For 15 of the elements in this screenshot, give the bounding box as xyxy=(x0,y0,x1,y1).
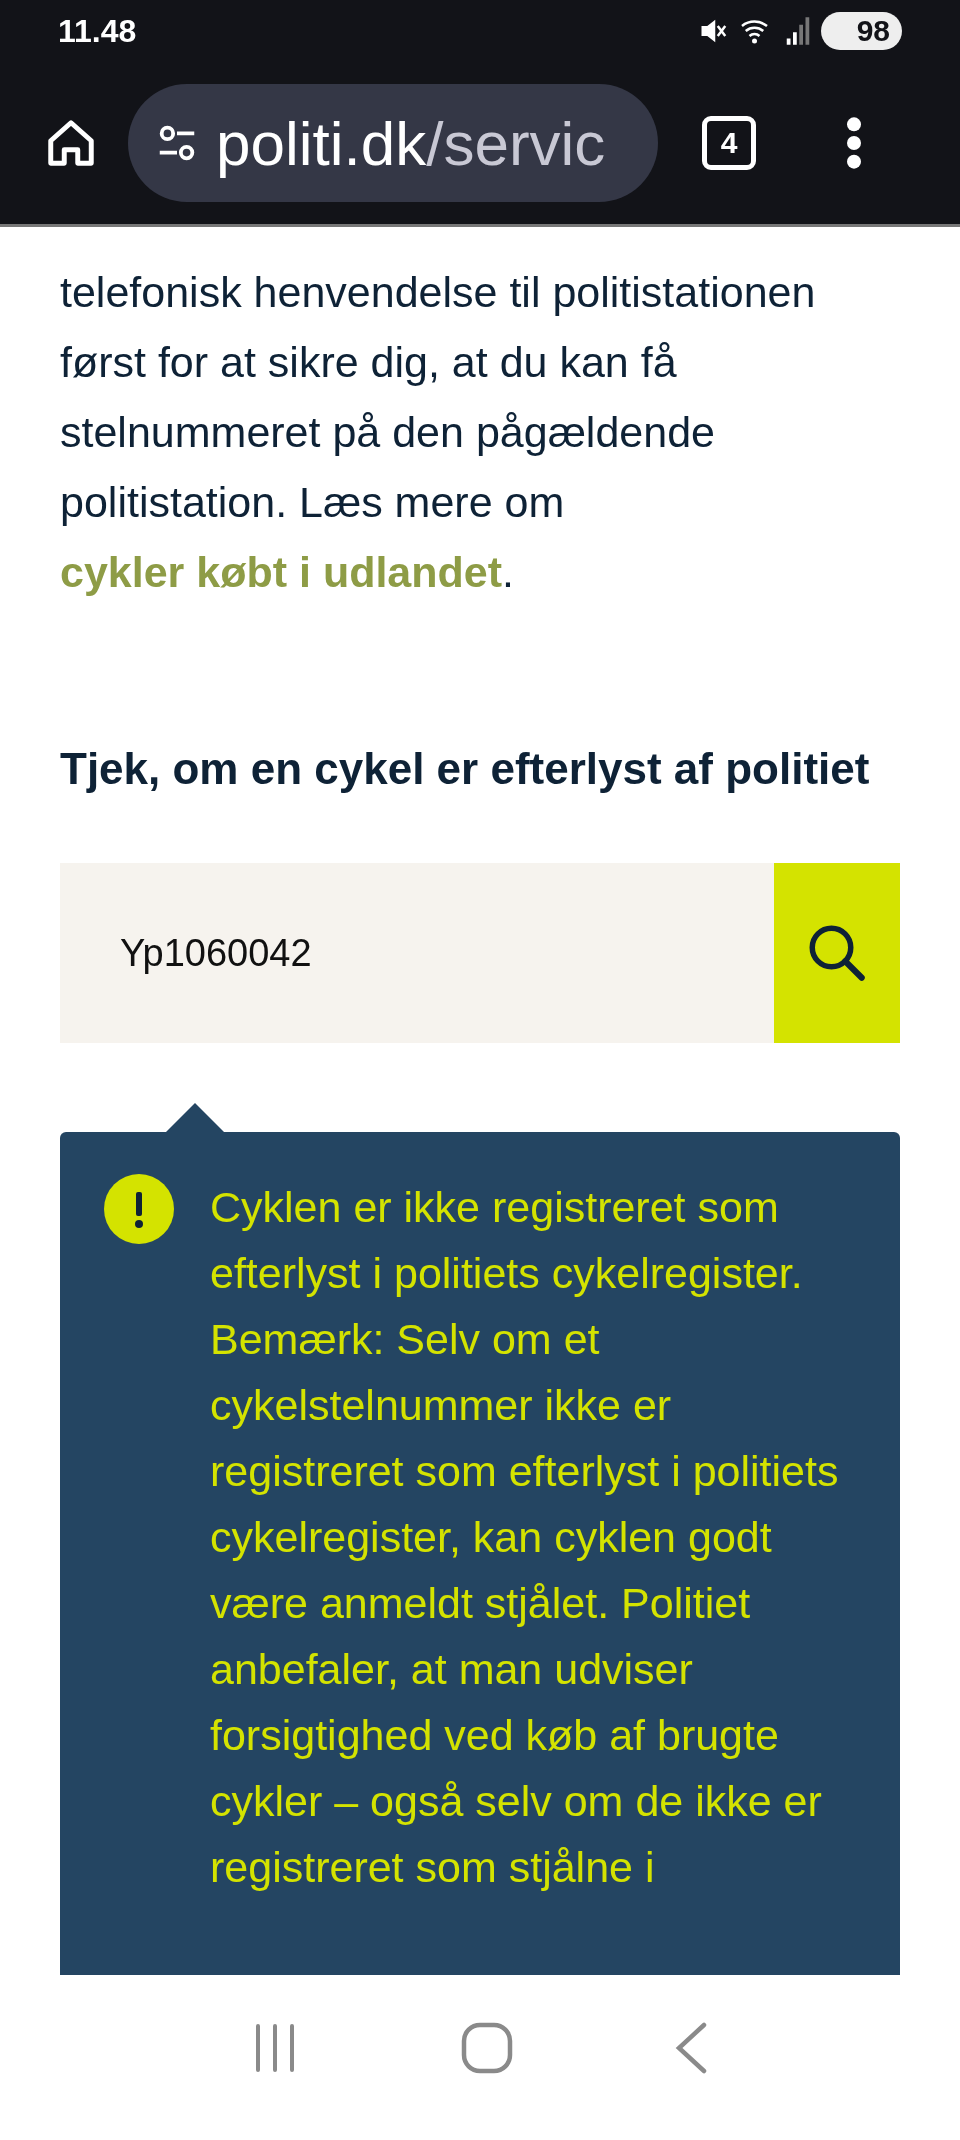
intro-paragraph: telefonisk henvendelse til politistationen først for at sikre dig, at du kan få stelnummeret på den pågældende politistation. Læs mere om cykler købt i udlandet. xyxy=(60,267,817,598)
signal-icon xyxy=(784,16,811,46)
warning-icon xyxy=(104,1174,174,1244)
url-host: politi.dk xyxy=(216,107,427,179)
battery-indicator: 98 xyxy=(820,12,902,50)
search-button[interactable] xyxy=(774,863,900,1043)
menu-icon[interactable] xyxy=(844,115,864,171)
home-button-icon[interactable] xyxy=(461,2021,513,2074)
section-heading: Tjek, om en cykel er efterlyst af politiet xyxy=(60,743,871,795)
url-path: /servic xyxy=(426,107,606,179)
status-time: 11.48 xyxy=(58,12,137,50)
address-bar[interactable]: politi.dk/servic xyxy=(128,84,658,202)
alert-message: Cyklen er ikke registreret som efterlyst i politiets cykelregister. Bemærk: Selv om et cykelstelnummer ikke er registreret som efterlyst i politiets cykelregister, kan cyklen godt være anmeldt stjålet. Politiet anbefaler, at man udviser forsigtighed ved køb af brugte cykler – også selv om de ikke er registreret som stjålne i xyxy=(210,1182,840,1893)
tab-count-button[interactable]: 4 xyxy=(702,116,756,170)
search-field[interactable]: Yp1060042 xyxy=(60,863,774,1043)
